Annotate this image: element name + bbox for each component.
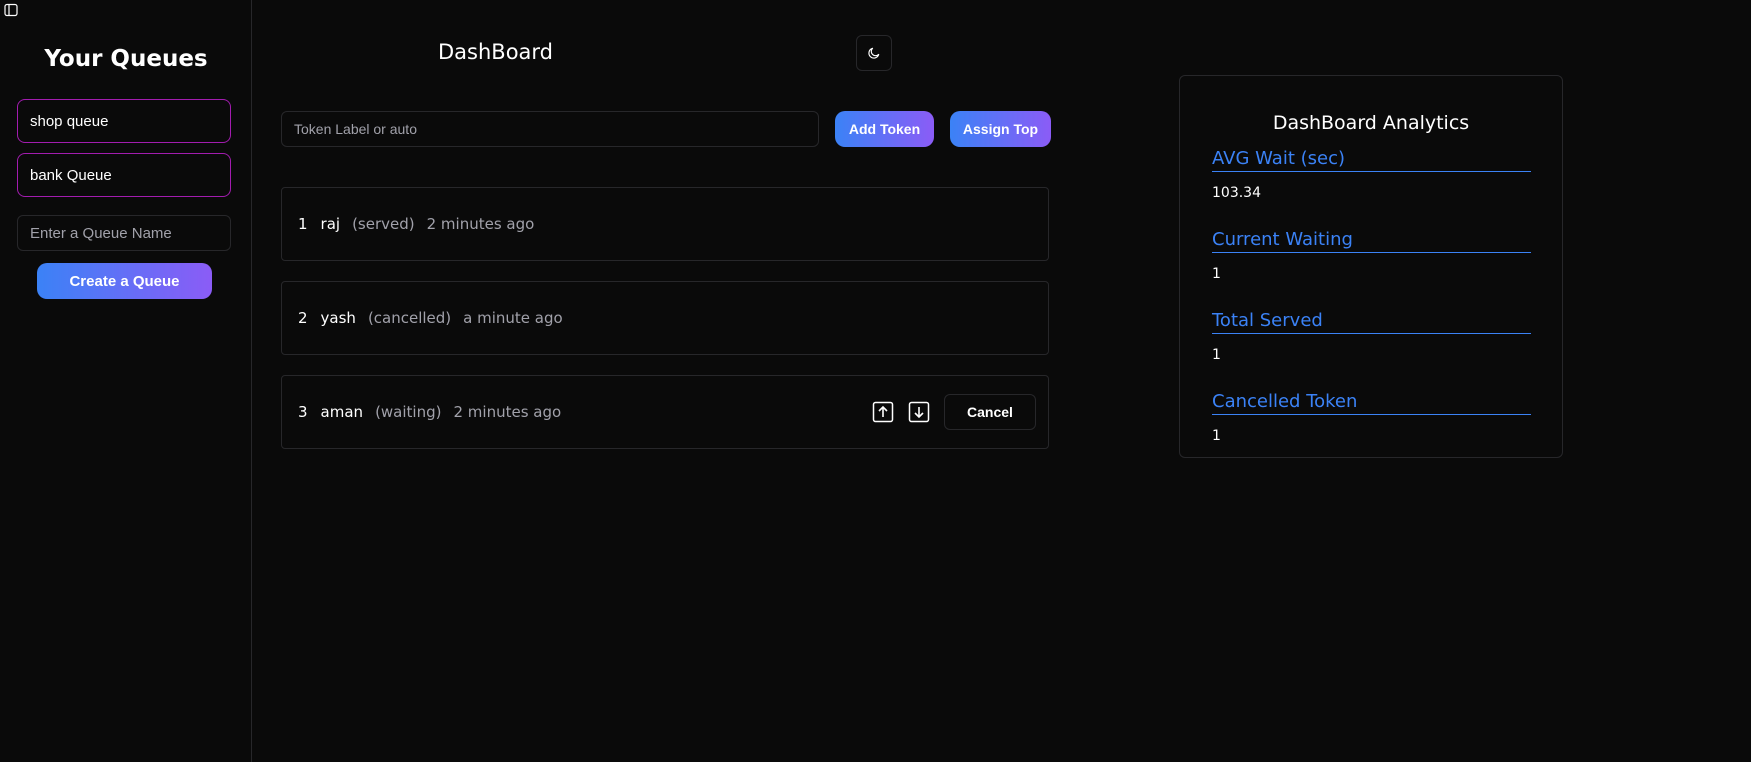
theme-toggle-button[interactable] bbox=[856, 35, 892, 71]
token-status: (served) bbox=[352, 215, 415, 233]
sidebar-title: Your Queues bbox=[44, 46, 208, 72]
page-title: DashBoard bbox=[438, 40, 554, 64]
metric-label-total-served: Total Served bbox=[1212, 310, 1531, 334]
sidebar-toggle-icon[interactable] bbox=[3, 2, 19, 18]
move-down-icon[interactable] bbox=[908, 401, 930, 423]
token-row: 2 yash (cancelled) a minute ago bbox=[281, 281, 1049, 355]
token-number: 2 bbox=[298, 309, 308, 327]
token-name: raj bbox=[320, 215, 341, 233]
add-token-button[interactable]: Add Token bbox=[835, 111, 934, 147]
token-row: 1 raj (served) 2 minutes ago bbox=[281, 187, 1049, 261]
token-name: aman bbox=[320, 403, 364, 421]
metric-value-avg-wait: 103.34 bbox=[1212, 185, 1261, 201]
token-row: 3 aman (waiting) 2 minutes ago Cancel bbox=[281, 375, 1049, 449]
metric-value-total-served: 1 bbox=[1212, 347, 1221, 363]
metric-label-cancelled-token: Cancelled Token bbox=[1212, 391, 1531, 415]
cancel-token-button[interactable]: Cancel bbox=[944, 394, 1036, 430]
sidebar: Your Queues shop queue bank Queue Create… bbox=[0, 0, 252, 762]
token-time: a minute ago bbox=[463, 309, 563, 327]
app-root: Your Queues shop queue bank Queue Create… bbox=[0, 0, 1751, 762]
token-number: 1 bbox=[298, 215, 308, 233]
moon-icon bbox=[868, 47, 880, 59]
token-status: (cancelled) bbox=[367, 309, 452, 327]
queue-item-bank[interactable]: bank Queue bbox=[17, 153, 231, 197]
token-time: 2 minutes ago bbox=[426, 215, 535, 233]
token-actions: Cancel bbox=[872, 394, 1036, 430]
queue-item-shop[interactable]: shop queue bbox=[17, 99, 231, 143]
token-number: 3 bbox=[298, 403, 308, 421]
metric-label-current-waiting: Current Waiting bbox=[1212, 229, 1531, 253]
queue-item-label: shop queue bbox=[30, 112, 109, 130]
metric-value-cancelled-token: 1 bbox=[1212, 428, 1221, 444]
assign-top-button[interactable]: Assign Top bbox=[950, 111, 1051, 147]
analytics-title: DashBoard Analytics bbox=[1272, 112, 1470, 134]
metric-label-avg-wait: AVG Wait (sec) bbox=[1212, 148, 1531, 172]
queue-name-input[interactable] bbox=[17, 215, 231, 251]
create-queue-button[interactable]: Create a Queue bbox=[37, 263, 212, 299]
queue-item-label: bank Queue bbox=[30, 166, 112, 184]
move-up-icon[interactable] bbox=[872, 401, 894, 423]
token-name: yash bbox=[320, 309, 356, 327]
token-time: 2 minutes ago bbox=[453, 403, 562, 421]
metric-value-current-waiting: 1 bbox=[1212, 266, 1221, 282]
token-status: (waiting) bbox=[375, 403, 442, 421]
analytics-panel: DashBoard Analytics AVG Wait (sec) 103.3… bbox=[1179, 75, 1563, 458]
token-label-input[interactable] bbox=[281, 111, 819, 147]
